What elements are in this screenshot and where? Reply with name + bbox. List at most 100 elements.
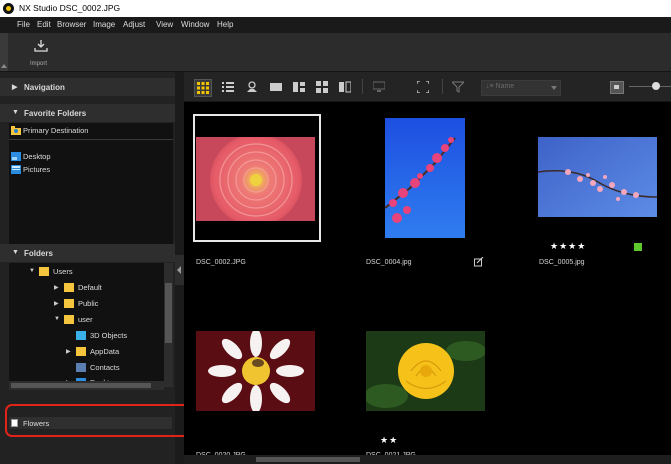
toolbar-collapse-strip[interactable]	[0, 33, 8, 71]
selected-thumbnail-frame	[193, 114, 321, 242]
color-label-tag[interactable]	[634, 243, 642, 251]
highlight-annotation	[5, 404, 193, 437]
thumbnail-caption: DSC_0002.JPG	[196, 259, 246, 266]
content-toolbar: ↓≡ Name	[184, 72, 671, 102]
import-label: Import	[30, 61, 48, 67]
sort-value: ↓≡ Name	[486, 83, 515, 90]
menu-image[interactable]: Image	[93, 20, 115, 29]
nx-studio-app-icon	[3, 3, 14, 14]
tree-item-label: Public	[78, 299, 99, 308]
destination-folder-icon	[11, 126, 21, 135]
chevron-down-icon: ▼	[12, 249, 19, 256]
thumbnail-size-icon	[614, 85, 619, 89]
scrollbar-thumb[interactable]	[165, 283, 172, 343]
sort-label: Name	[495, 83, 515, 90]
menu-adjust[interactable]: Adjust	[123, 20, 145, 29]
folder-icon	[64, 299, 74, 308]
divider	[362, 79, 363, 94]
tree-item-label: 3D Objects	[90, 331, 128, 340]
favorite-label: Primary Destination	[23, 126, 89, 135]
thumbnail-dsc-0004[interactable]	[385, 118, 465, 238]
thumbnail-dsc-0020[interactable]	[196, 331, 315, 411]
collapse-left-icon	[177, 266, 181, 274]
import-button[interactable]: Import	[28, 35, 54, 69]
import-icon	[34, 40, 48, 52]
thumbnail-dsc-0005[interactable]	[538, 137, 657, 217]
menu-file[interactable]: File	[17, 20, 30, 29]
cherry-blossom-portrait-photo	[385, 118, 465, 238]
folder-icon	[39, 267, 49, 276]
sidebar-collapse-handle[interactable]	[175, 255, 184, 285]
tree-item-label: AppData	[90, 347, 120, 356]
edited-icon	[474, 257, 484, 267]
window-title: NX Studio DSC_0002.JPG	[19, 3, 121, 13]
3d-objects-icon	[76, 331, 86, 340]
chevron-right-icon: ▶	[12, 84, 18, 91]
compare-icon[interactable]	[293, 81, 305, 93]
menu-bar: File Edit Browser Image Adjust View Wind…	[0, 17, 671, 34]
multi-frame-icon[interactable]	[316, 81, 328, 93]
scrollbar-thumb[interactable]	[11, 383, 151, 388]
divider	[9, 139, 173, 140]
scrollbar-thumb[interactable]	[256, 457, 360, 462]
tree-item-label: Users	[53, 267, 73, 276]
list-view-icon[interactable]	[222, 81, 234, 93]
chevron-down-icon	[551, 86, 557, 90]
monitor-icon[interactable]	[373, 81, 385, 93]
tree-item-label: user	[78, 315, 93, 324]
menu-help[interactable]: Help	[217, 20, 233, 29]
title-bar: NX Studio DSC_0002.JPG	[0, 0, 671, 17]
thumbnail-caption: DSC_0005.jpg	[539, 259, 585, 266]
aster-photo	[196, 331, 315, 411]
pictures-folder-icon	[11, 165, 21, 174]
zoom-slider-handle[interactable]	[652, 82, 660, 90]
thumbnail-grid: DSC_0002.JPG DSC_0004.jpg ★★★★ DSC_0005.…	[184, 102, 671, 464]
tree-item-label: Default	[78, 283, 102, 292]
favorite-pictures[interactable]: Pictures	[9, 164, 173, 176]
main-toolbar: Import	[0, 33, 671, 72]
folder-tree: ▼ Users ▶ Default ▶ Public ▼ user 3D Obj…	[9, 263, 173, 387]
chevron-down-icon[interactable]: ▼	[29, 268, 35, 274]
filter-icon[interactable]	[452, 81, 464, 93]
menu-window[interactable]: Window	[181, 20, 209, 29]
thumbnail-grid-icon	[197, 82, 209, 94]
folder-tree-scrollbar[interactable]	[164, 263, 173, 387]
navigation-header[interactable]: ▶ Navigation	[0, 78, 175, 96]
tree-item-label: Contacts	[90, 363, 120, 372]
favorite-desktop[interactable]: Desktop	[9, 151, 173, 163]
folder-icon	[64, 315, 74, 324]
divider	[442, 79, 443, 94]
menu-view[interactable]: View	[156, 20, 173, 29]
sort-dropdown[interactable]: ↓≡ Name	[481, 80, 561, 96]
thumbnail-caption: DSC_0004.jpg	[366, 259, 412, 266]
filmstrip-icon[interactable]	[270, 81, 282, 93]
contacts-icon	[76, 363, 86, 372]
menu-edit[interactable]: Edit	[37, 20, 51, 29]
map-icon[interactable]	[246, 81, 258, 93]
favorite-folders-label: Favorite Folders	[24, 109, 87, 118]
thumbnail-dsc-0021[interactable]	[366, 331, 485, 411]
yellow-rose-photo	[366, 331, 485, 411]
chevron-right-icon[interactable]: ▶	[54, 284, 59, 291]
grid-horizontal-scrollbar[interactable]	[184, 455, 671, 464]
zoom-slider-track[interactable]	[629, 86, 671, 87]
thumbnail-size-button[interactable]	[610, 81, 624, 94]
folder-tree-hscrollbar[interactable]	[9, 381, 164, 390]
fullscreen-icon[interactable]	[417, 81, 429, 93]
menu-browser[interactable]: Browser	[57, 20, 86, 29]
folders-header[interactable]: ▼ Folders	[0, 244, 175, 262]
chevron-right-icon[interactable]: ▶	[54, 300, 59, 307]
chevron-right-icon[interactable]: ▶	[66, 348, 71, 355]
thumbnail-grid-button[interactable]	[194, 79, 212, 97]
before-after-icon[interactable]	[339, 81, 351, 93]
favorite-folders-header[interactable]: ▼ Favorite Folders	[0, 104, 175, 122]
navigation-label: Navigation	[24, 83, 65, 92]
star-rating[interactable]: ★★	[380, 435, 398, 446]
favorite-primary-destination[interactable]: Primary Destination	[9, 125, 173, 137]
collapse-up-icon	[1, 64, 7, 68]
chevron-down-icon[interactable]: ▼	[54, 316, 60, 322]
favorite-folders-panel: Primary Destination Desktop Pictures	[9, 123, 173, 249]
folder-icon	[64, 283, 74, 292]
star-rating[interactable]: ★★★★	[550, 241, 586, 252]
desktop-folder-icon	[11, 152, 21, 161]
